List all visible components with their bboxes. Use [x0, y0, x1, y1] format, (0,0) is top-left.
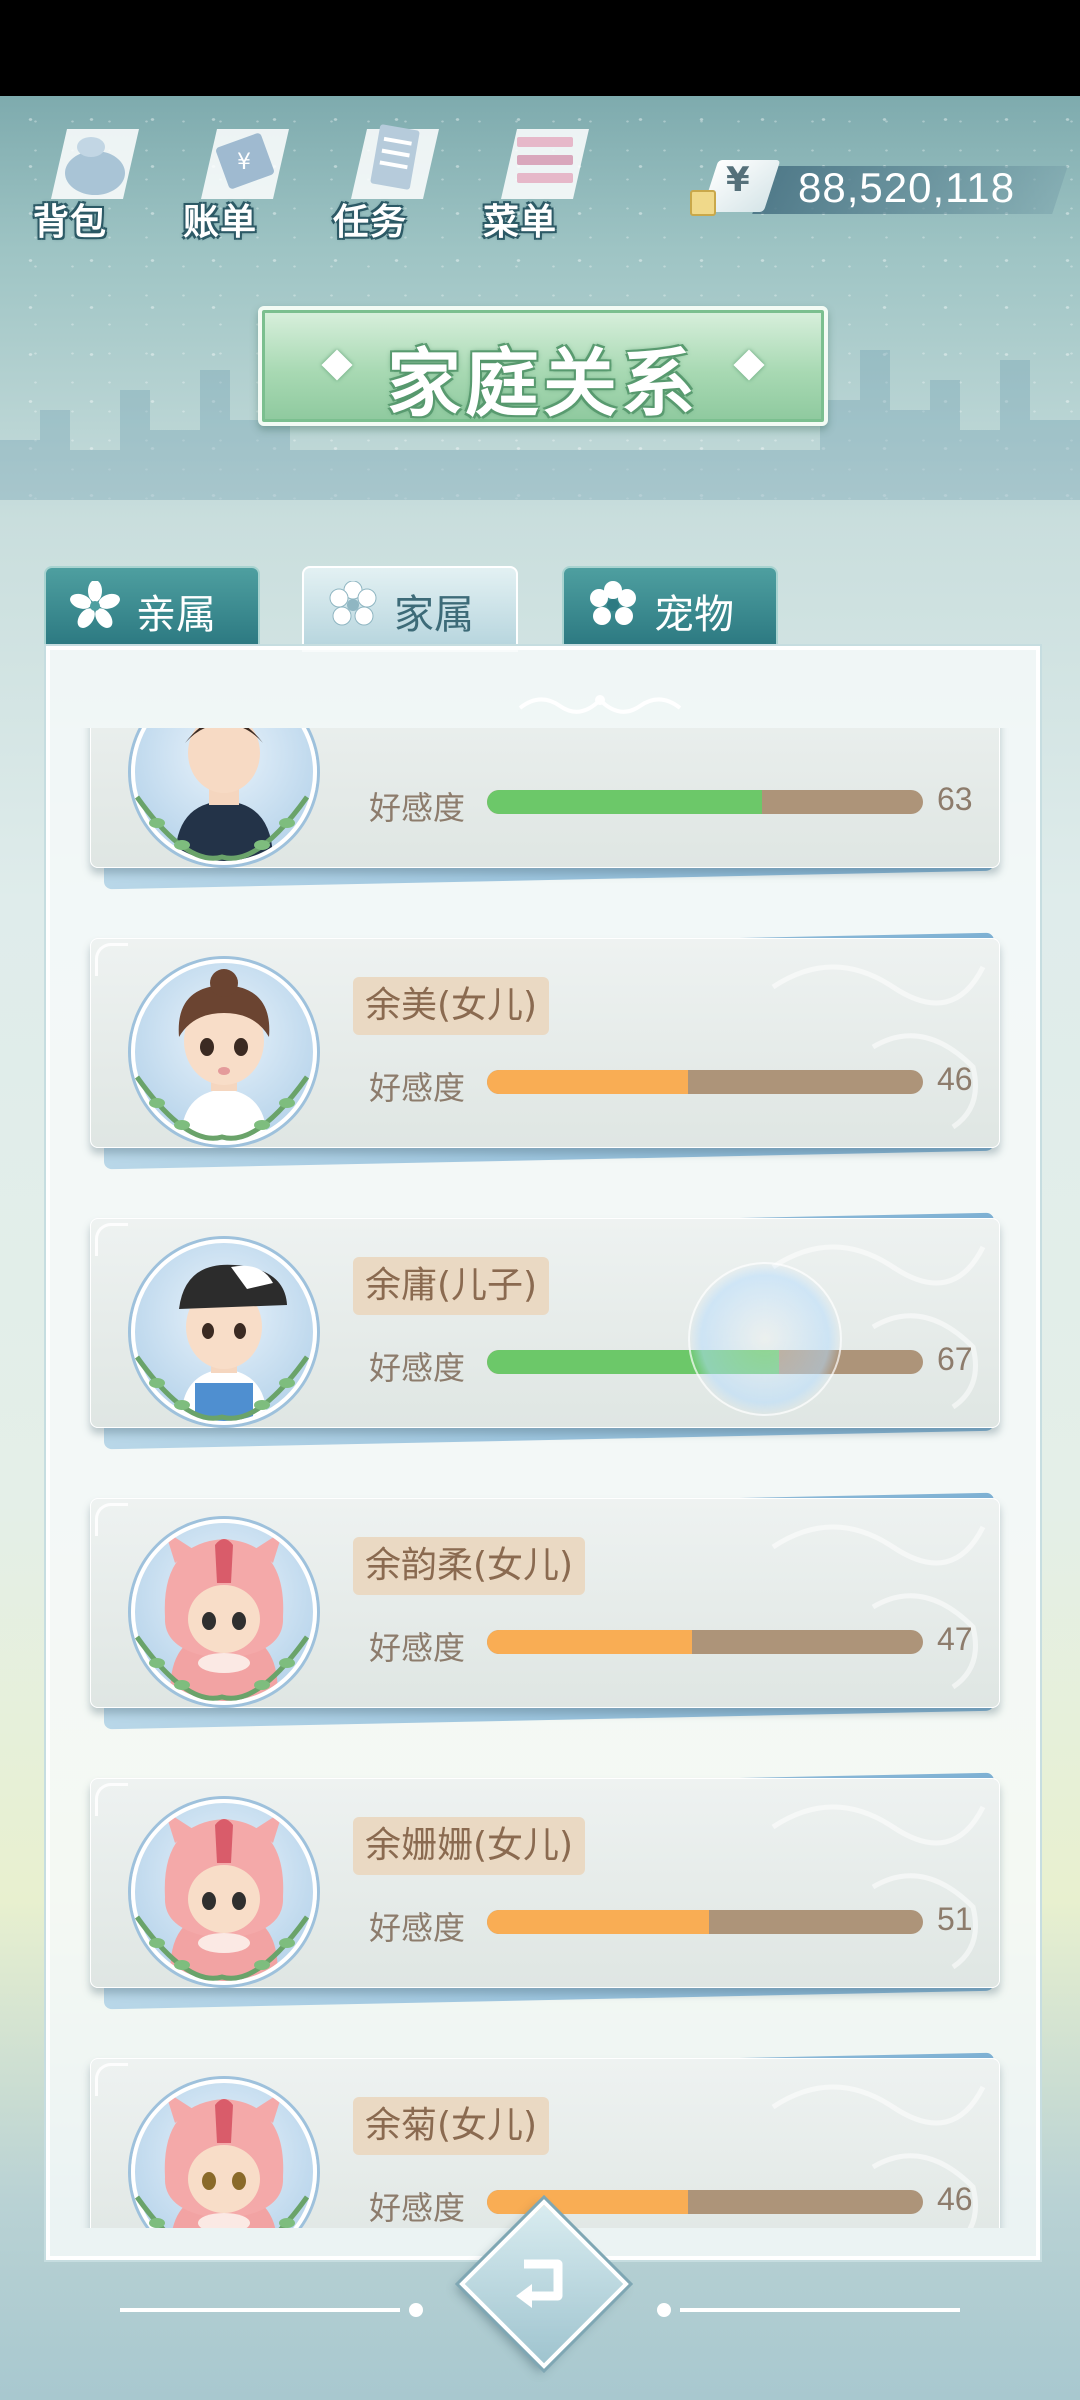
title-plate: 家庭关系: [258, 306, 828, 427]
affection-fill: [487, 1070, 688, 1094]
swirl-decoration: [771, 1804, 986, 1970]
tab-relatives[interactable]: 亲属: [44, 566, 260, 646]
affection-bar: [487, 1910, 923, 1934]
nav-bill-button[interactable]: ¥ 账单: [175, 105, 305, 255]
flower-icon: [590, 581, 636, 625]
member-name: 余韵柔(女儿): [353, 1537, 586, 1595]
affection-value: 46: [937, 1061, 973, 1097]
swirl-decoration: [771, 1524, 986, 1690]
svg-text:¥: ¥: [237, 150, 251, 175]
nav-menu-button[interactable]: 菜单: [475, 105, 605, 255]
affection-bar: [487, 1070, 923, 1094]
nav-task-label: 任务: [333, 202, 408, 243]
affection-value: 67: [937, 1341, 973, 1377]
member-name: 余庸(儿子): [353, 1257, 550, 1315]
wreath-icon: [134, 1635, 310, 1701]
card-face: 余美(女儿) 好感度 46: [90, 938, 1000, 1148]
affection-bar: [487, 1630, 923, 1654]
affection-value: 46: [937, 2181, 973, 2217]
ornament-icon: [518, 695, 682, 714]
nav-menu-label: 菜单: [483, 202, 558, 243]
yen-icon: ¥: [726, 160, 750, 200]
tab-relatives-label: 亲属: [136, 592, 216, 638]
back-arrow-icon[interactable]: [496, 2236, 584, 2324]
affection-value: 63: [937, 781, 973, 817]
divider-right: [657, 2303, 960, 2317]
member-card[interactable]: 余美(女儿) 好感度 46: [90, 932, 1000, 1170]
coin-icon: [690, 190, 716, 216]
affection-fill: [487, 1910, 710, 1934]
status-bar: [0, 0, 1080, 96]
top-nav: 背包 ¥ 账单 任务 菜单: [25, 105, 645, 255]
member-name: 余美(女儿): [353, 977, 550, 1035]
wreath-icon: [134, 1355, 310, 1421]
tab-family[interactable]: 家属: [302, 566, 518, 652]
member-name: 余菊(女儿): [353, 2097, 550, 2155]
member-card[interactable]: 余姗姗(女儿) 好感度 51: [90, 1772, 1000, 2010]
affection-label: 好感度: [369, 1629, 466, 1667]
affection-fill: [487, 2190, 688, 2214]
nav-bag-button[interactable]: 背包: [25, 105, 155, 255]
affection-label: 好感度: [369, 1069, 466, 1107]
affection-label: 好感度: [369, 2189, 466, 2227]
divider-left: [120, 2303, 423, 2317]
currency-display: ¥ 88,520,118: [690, 160, 1068, 216]
card-face: 余姗姗(女儿) 好感度 51: [90, 1778, 1000, 1988]
family-panel: 好感度 63 余美(女儿) 好感度 46 余庸(儿子) 好感度 67 余韵柔(女…: [46, 646, 1040, 2260]
touch-sparkle-effect: [688, 1262, 842, 1416]
affection-label: 好感度: [369, 1909, 466, 1947]
card-face: 余庸(儿子) 好感度 67: [90, 1218, 1000, 1428]
member-list[interactable]: 好感度 63 余美(女儿) 好感度 46 余庸(儿子) 好感度 67 余韵柔(女…: [50, 728, 1036, 2228]
nav-bag-label: 背包: [33, 202, 108, 243]
flower-icon: [329, 581, 377, 626]
wreath-icon: [134, 2195, 310, 2228]
nav-bill-label: 账单: [183, 202, 258, 243]
affection-fill: [487, 1630, 692, 1654]
wreath-icon: [134, 795, 310, 861]
affection-bar: [487, 790, 923, 814]
affection-label: 好感度: [369, 789, 466, 827]
affection-value: 47: [937, 1621, 973, 1657]
wreath-icon: [134, 1075, 310, 1141]
page-title: 家庭关系: [387, 341, 699, 427]
tab-pets-label: 宠物: [654, 592, 734, 638]
tab-pets[interactable]: 宠物: [562, 566, 778, 646]
member-card[interactable]: 余庸(儿子) 好感度 67: [90, 1212, 1000, 1450]
nav-task-button[interactable]: 任务: [325, 105, 455, 255]
swirl-decoration: [771, 964, 986, 1130]
wreath-icon: [134, 1915, 310, 1981]
affection-label: 好感度: [369, 1349, 466, 1387]
card-face: 好感度 63: [90, 728, 1000, 868]
tab-family-label: 家属: [394, 592, 474, 638]
card-face: 余韵柔(女儿) 好感度 47: [90, 1498, 1000, 1708]
currency-value: 88,520,118: [798, 164, 1016, 211]
member-card[interactable]: 余韵柔(女儿) 好感度 47: [90, 1492, 1000, 1730]
member-card[interactable]: 好感度 63: [90, 728, 1000, 890]
flower-icon: [70, 581, 120, 628]
affection-fill: [487, 790, 762, 814]
member-name: 余姗姗(女儿): [353, 1817, 586, 1875]
affection-value: 51: [937, 1901, 973, 1937]
